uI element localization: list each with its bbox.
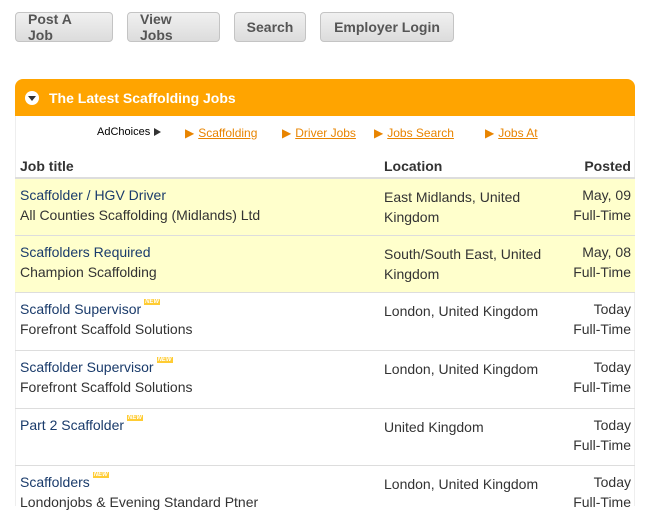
panel-title: The Latest Scaffolding Jobs <box>49 89 236 106</box>
column-header-job-title[interactable]: Job title <box>20 158 74 174</box>
job-type: Full-Time <box>573 207 631 223</box>
table-row[interactable]: Part 2 Scaffolder NEW United Kingdom Toda… <box>15 409 635 466</box>
job-location: South/South East, United Kingdom <box>384 246 542 282</box>
table-row[interactable]: Scaffolders Required Champion Scaffoldin… <box>15 236 635 293</box>
job-type: Full-Time <box>573 437 631 453</box>
adchoices-icon <box>154 128 162 136</box>
view-jobs-button[interactable]: View Jobs <box>127 11 220 43</box>
job-type: Full-Time <box>573 379 631 395</box>
top-nav: Post A Job View Jobs Search Employer Log… <box>15 11 468 43</box>
table-row[interactable]: Scaffolder Supervisor NEW Forefront Scaff… <box>15 351 635 409</box>
table-row[interactable]: Scaffolders NEW Londonjobs & Evening Stan… <box>15 466 635 510</box>
ad-link-label: Driver Jobs <box>295 126 356 140</box>
job-type: Full-Time <box>573 494 631 510</box>
job-location: United Kingdom <box>384 419 484 435</box>
posted-date: May, 09 <box>582 187 631 203</box>
job-title-text: Scaffolder Supervisor <box>20 359 154 375</box>
ad-bar: AdChoices ▶ Scaffolding ▶ Driver Jobs ▶ Job… <box>0 126 665 142</box>
posted-date: Today <box>593 474 631 490</box>
company-name: Forefront Scaffold Solutions <box>20 321 193 337</box>
company-name: Champion Scaffolding <box>20 264 157 280</box>
ad-link-jobs-search[interactable]: ▶ Jobs Search <box>374 126 454 140</box>
job-title-link[interactable]: Scaffolder / HGV Driver <box>20 187 166 203</box>
posted-date: Today <box>593 301 631 317</box>
table-row[interactable]: Scaffold Supervisor NEW Forefront Scaffol… <box>15 293 635 351</box>
job-title-text: Scaffolder / HGV Driver <box>20 187 167 203</box>
post-a-job-button[interactable]: Post A Job <box>15 11 113 43</box>
new-badge: NEW <box>156 357 173 363</box>
job-title-link[interactable]: Scaffold Supervisor NEW <box>20 299 161 317</box>
job-title-text: Part 2 Scaffolder <box>20 417 125 433</box>
job-title-text: Scaffolders <box>20 474 90 490</box>
posted-date: Today <box>593 359 631 375</box>
company-name: All Counties Scaffolding (Midlands) Ltd <box>20 207 261 223</box>
ad-link-jobs-at[interactable]: ▶ Jobs At <box>485 126 538 140</box>
company-name: Londonjobs & Evening Standard Ptner <box>20 494 259 510</box>
adchoices-label: AdChoices <box>97 126 151 138</box>
new-badge: NEW <box>92 472 109 478</box>
job-title-text: Scaffold Supervisor <box>20 301 142 317</box>
ad-link-label: Jobs Search <box>387 126 454 140</box>
ad-link-driver-jobs[interactable]: ▶ Driver Jobs <box>282 126 356 140</box>
job-title-link[interactable]: Scaffolders Required <box>20 244 150 260</box>
adchoices-link[interactable]: AdChoices <box>97 126 162 138</box>
job-location: London, United Kingdom <box>384 361 539 377</box>
search-button[interactable]: Search <box>234 12 306 42</box>
job-title-text: Scaffolders Required <box>20 244 151 260</box>
job-location: East Midlands, United Kingdom <box>384 189 521 225</box>
job-title-link[interactable]: Part 2 Scaffolder NEW <box>20 415 144 433</box>
column-header-location[interactable]: Location <box>384 158 442 174</box>
company-name: Forefront Scaffold Solutions <box>20 379 193 395</box>
table-row[interactable]: Scaffolder / HGV Driver All Counties Sca… <box>15 179 635 236</box>
jobs-table-header: Job title Location Posted <box>15 157 635 180</box>
posted-date: Today <box>593 417 631 433</box>
job-location: London, United Kingdom <box>384 476 539 492</box>
posted-date: May, 08 <box>582 244 631 260</box>
new-badge: NEW <box>127 415 144 421</box>
play-arrow-icon: ▶ <box>485 126 495 140</box>
jobs-panel-header: The Latest Scaffolding Jobs <box>15 79 635 116</box>
job-title-link[interactable]: Scaffolders NEW <box>20 472 109 490</box>
job-location: London, United Kingdom <box>384 303 539 319</box>
ad-link-label: Scaffolding <box>198 126 258 140</box>
column-header-posted[interactable]: Posted <box>584 158 631 174</box>
employer-login-button[interactable]: Employer Login <box>320 12 454 42</box>
ad-link-label: Jobs At <box>498 126 538 140</box>
collapse-toggle-icon[interactable] <box>25 90 39 105</box>
play-arrow-icon: ▶ <box>185 126 195 140</box>
ad-link-scaffolding[interactable]: ▶ Scaffolding <box>185 126 257 140</box>
play-arrow-icon: ▶ <box>374 126 384 140</box>
new-badge: NEW <box>144 299 161 305</box>
job-type: Full-Time <box>573 264 631 280</box>
job-title-link[interactable]: Scaffolder Supervisor NEW <box>20 357 173 375</box>
job-type: Full-Time <box>573 321 631 337</box>
play-arrow-icon: ▶ <box>282 126 292 140</box>
